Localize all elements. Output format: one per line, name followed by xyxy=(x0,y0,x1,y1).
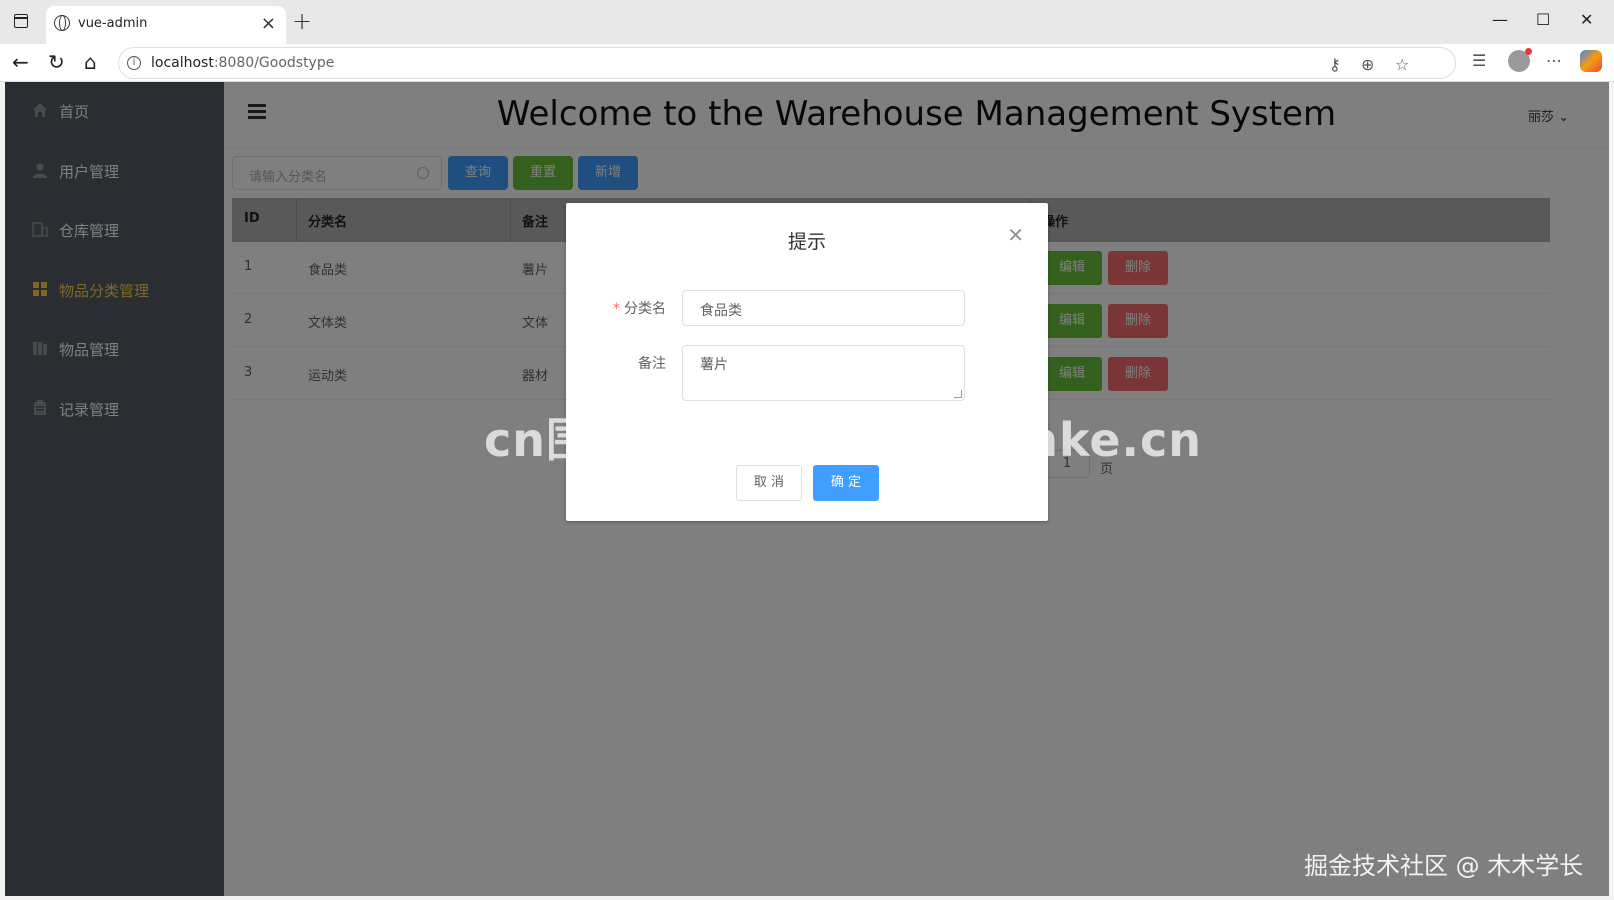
minimize-button[interactable]: — xyxy=(1492,10,1508,29)
url-host: localhost xyxy=(151,55,214,71)
edit-dialog: 提示 ✕ * 分类名 食品类 备注 薯片 取 消 确 定 xyxy=(566,203,1048,521)
url-text: localhost:8080/Goodstype xyxy=(151,55,334,71)
remark-label: 备注 xyxy=(638,356,666,372)
maximize-button[interactable]: ☐ xyxy=(1536,10,1550,29)
favorites-list-icon[interactable]: ☰ xyxy=(1472,51,1486,70)
globe-icon xyxy=(54,15,70,31)
remark-textarea[interactable]: 薯片 xyxy=(682,345,965,401)
home-button-icon[interactable]: ⌂ xyxy=(84,50,97,74)
browser-tab[interactable]: vue-admin × xyxy=(46,6,286,44)
confirm-button[interactable]: 确 定 xyxy=(813,465,879,501)
tab-close-icon[interactable]: × xyxy=(261,13,276,34)
back-arrow-icon[interactable]: ← xyxy=(12,50,29,74)
name-label-text: 分类名 xyxy=(624,301,666,317)
dialog-title: 提示 xyxy=(787,231,826,253)
password-key-icon[interactable]: ⚷ xyxy=(1329,55,1341,74)
tab-actions-icon[interactable] xyxy=(14,14,28,28)
tab-bar: vue-admin × + — ☐ ✕ xyxy=(0,0,1614,44)
watermark-center: cn围观客www.weiguanke.cn xyxy=(484,413,1203,467)
more-menu-icon[interactable]: ⋯ xyxy=(1546,51,1562,70)
zoom-icon[interactable]: ⊕ xyxy=(1361,55,1374,74)
watermark-corner: 掘金技术社区 @ 木木学长 xyxy=(1304,852,1584,880)
category-name-value: 食品类 xyxy=(700,303,742,319)
address-bar: ← ↻ ⌂ i localhost:8080/Goodstype ⚷ ⊕ ☆ ☰… xyxy=(0,44,1614,82)
required-mark: * xyxy=(613,301,620,317)
url-path: :8080/Goodstype xyxy=(213,55,335,71)
cancel-button[interactable]: 取 消 xyxy=(736,465,802,501)
new-tab-button[interactable]: + xyxy=(292,7,312,35)
browser-window: vue-admin × + — ☐ ✕ ← ↻ ⌂ i localhost:80… xyxy=(0,0,1614,900)
url-field[interactable]: i localhost:8080/Goodstype ⚷ ⊕ ☆ xyxy=(118,47,1456,79)
refresh-icon[interactable]: ↻ xyxy=(48,50,65,74)
close-icon[interactable]: ✕ xyxy=(1007,223,1024,247)
category-name-field[interactable]: 食品类 xyxy=(682,290,965,326)
name-label: * 分类名 xyxy=(566,298,666,318)
resize-handle-icon[interactable] xyxy=(954,390,962,398)
copilot-icon[interactable] xyxy=(1580,50,1602,72)
tab-title: vue-admin xyxy=(78,16,148,31)
site-info-icon[interactable]: i xyxy=(127,56,141,70)
remark-value: 薯片 xyxy=(700,357,728,373)
favorite-star-icon[interactable]: ☆ xyxy=(1395,55,1409,74)
close-window-button[interactable]: ✕ xyxy=(1580,10,1593,29)
profile-avatar[interactable] xyxy=(1508,48,1532,72)
